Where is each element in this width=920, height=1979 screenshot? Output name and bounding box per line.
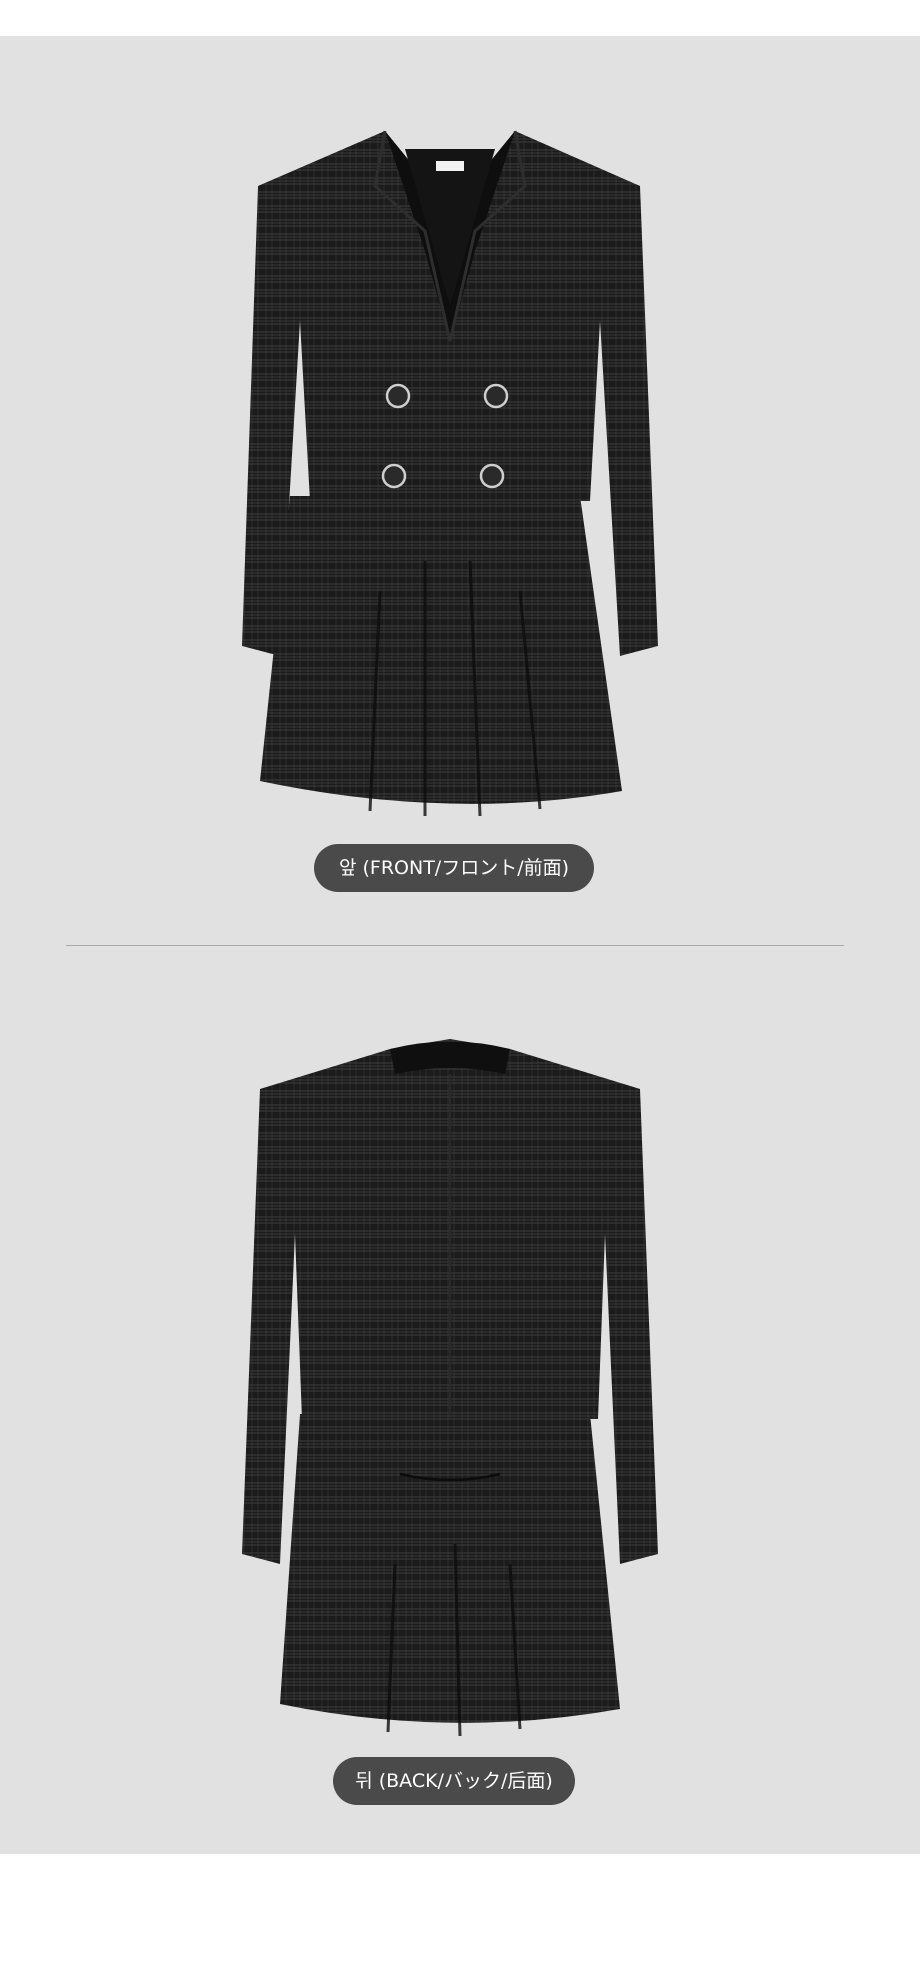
product-detail-panel: 앞 (FRONT/フロント/前面) 뒤 (BACK/バック/后面) — [0, 36, 920, 1854]
button-icon — [385, 383, 411, 409]
button-icon — [479, 463, 505, 489]
button-icon — [483, 383, 509, 409]
front-skirt — [260, 496, 622, 817]
front-label: 앞 (FRONT/フロント/前面) — [314, 844, 594, 892]
back-label: 뒤 (BACK/バック/后面) — [333, 1757, 575, 1805]
section-divider — [66, 945, 844, 946]
front-view-image — [242, 130, 658, 817]
back-skirt — [280, 1414, 620, 1737]
brand-tag — [436, 161, 464, 171]
back-view-image — [242, 1039, 658, 1737]
button-icon — [381, 463, 407, 489]
